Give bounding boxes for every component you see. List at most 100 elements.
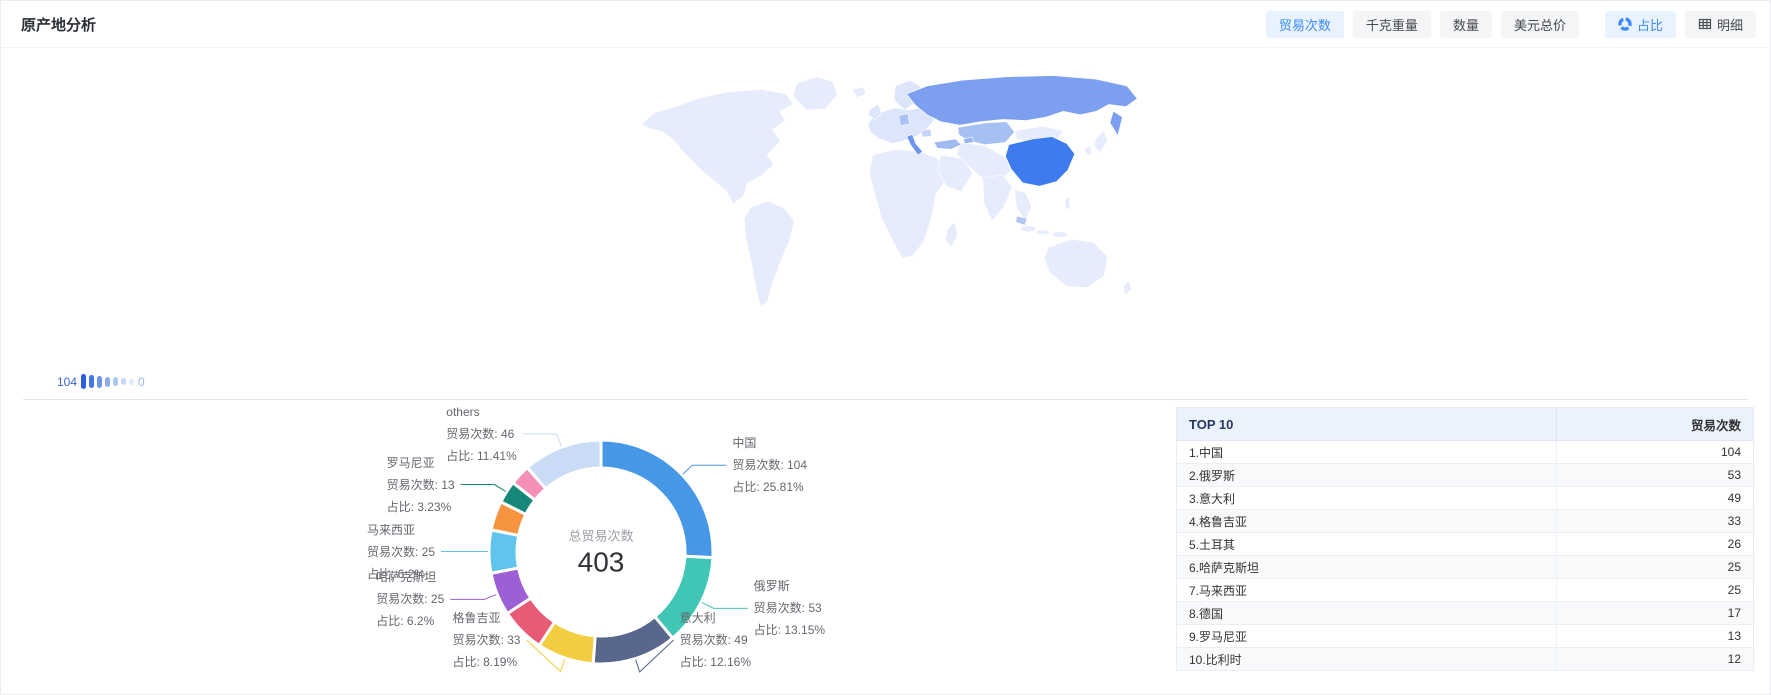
map-korea[interactable] xyxy=(1085,146,1092,155)
table-header-rank: TOP 10 xyxy=(1177,408,1557,440)
legend-bar xyxy=(121,378,126,385)
legend-bar xyxy=(81,374,86,389)
donut-chart[interactable]: 中国贸易次数: 104占比: 25.81% 俄罗斯贸易次数: 53占比: 13.1… xyxy=(1,400,951,695)
donut-label-pct: 占比: 6.2% xyxy=(376,610,444,632)
donut-label-name: others xyxy=(446,401,516,423)
map-africa[interactable] xyxy=(869,149,950,257)
donut-label-line xyxy=(461,485,506,492)
table-cell-country: 2.俄罗斯 xyxy=(1177,464,1557,486)
table-cell-value: 26 xyxy=(1557,537,1753,551)
map-iceland[interactable] xyxy=(852,87,866,97)
donut-label-value: 贸易次数: 13 xyxy=(387,474,455,496)
table-cell-value: 49 xyxy=(1557,491,1753,505)
map-section: 104 0 xyxy=(1,48,1770,399)
legend-bar xyxy=(129,379,134,385)
donut-label-value: 贸易次数: 46 xyxy=(446,423,516,445)
donut-label-value: 贸易次数: 25 xyxy=(376,588,444,610)
donut-label-pct: 占比: 6.2% xyxy=(367,563,435,585)
donut-label-value: 贸易次数: 25 xyxy=(367,541,435,563)
donut-label-罗马尼亚: 罗马尼亚贸易次数: 13占比: 3.23% xyxy=(387,452,455,518)
donut-segment-others[interactable] xyxy=(527,440,601,489)
donut-label-格鲁吉亚: 格鲁吉亚贸易次数: 33占比: 8.19% xyxy=(452,607,520,673)
table-cell-country: 9.罗马尼亚 xyxy=(1177,625,1557,647)
map-philippines[interactable] xyxy=(1064,197,1070,211)
metric-button-trade-count[interactable]: 贸易次数 xyxy=(1266,11,1344,38)
table-cell-country: 5.土耳其 xyxy=(1177,533,1557,555)
table-cell-country: 8.德国 xyxy=(1177,602,1557,624)
view-button-proportion[interactable]: 占比 xyxy=(1605,11,1676,38)
map-china[interactable] xyxy=(1005,137,1074,187)
map-south-america[interactable] xyxy=(744,201,794,306)
donut-label-pct: 占比: 12.16% xyxy=(680,651,751,673)
table-row: 6.哈萨克斯坦25 xyxy=(1177,556,1753,579)
metric-button-quantity[interactable]: 数量 xyxy=(1440,11,1492,38)
map-kamchatka[interactable] xyxy=(1110,111,1122,135)
donut-label-pct: 占比: 11.41% xyxy=(446,445,516,467)
map-indonesia[interactable] xyxy=(1036,230,1050,235)
map-india[interactable] xyxy=(983,175,1013,221)
table-cell-country: 7.马来西亚 xyxy=(1177,579,1557,601)
table-cell-country: 6.哈萨克斯坦 xyxy=(1177,556,1557,578)
donut-label-name: 中国 xyxy=(732,432,807,454)
table-cell-country: 1.中国 xyxy=(1177,441,1557,463)
page-title: 原产地分析 xyxy=(21,14,96,35)
map-romania[interactable] xyxy=(921,129,931,137)
table-cell-value: 33 xyxy=(1557,514,1753,528)
donut-center: 总贸易次数 403 xyxy=(568,526,633,579)
table-cell-value: 53 xyxy=(1557,468,1753,482)
view-button-detail[interactable]: 明细 xyxy=(1685,11,1756,38)
map-greenland[interactable] xyxy=(793,77,837,110)
table-cell-country: 4.格鲁吉亚 xyxy=(1177,510,1557,532)
donut-label-pct: 占比: 3.23% xyxy=(387,496,455,518)
bottom-section: 中国贸易次数: 104占比: 25.81% 俄罗斯贸易次数: 53占比: 13.1… xyxy=(1,400,1770,695)
metric-button-usd-total[interactable]: 美元总价 xyxy=(1501,11,1579,38)
legend-bar xyxy=(113,377,118,386)
view-button-proportion-label: 占比 xyxy=(1637,15,1663,34)
map-new-zealand[interactable] xyxy=(1124,281,1132,296)
donut-label-name: 马来西亚 xyxy=(367,519,435,541)
map-indonesia[interactable] xyxy=(1052,232,1068,238)
donut-label-马来西亚: 马来西亚贸易次数: 25占比: 6.2% xyxy=(367,519,435,585)
map-germany[interactable] xyxy=(899,114,910,126)
table-cell-value: 17 xyxy=(1557,606,1753,620)
table-body: 1.中国1042.俄罗斯533.意大利494.格鲁吉亚335.土耳其266.哈萨… xyxy=(1177,441,1753,671)
donut-segment-马来西亚[interactable] xyxy=(489,530,519,573)
legend-min-value: 0 xyxy=(138,375,145,389)
origin-analysis-panel: 原产地分析 贸易次数 千克重量 数量 美元总价 占比 明细 xyxy=(0,0,1771,695)
donut-label-value: 贸易次数: 49 xyxy=(680,629,751,651)
legend-bar xyxy=(97,376,102,388)
table-row: 4.格鲁吉亚33 xyxy=(1177,510,1753,533)
map-japan[interactable] xyxy=(1094,131,1108,153)
donut-label-value: 贸易次数: 104 xyxy=(732,454,807,476)
view-button-detail-label: 明细 xyxy=(1717,15,1743,34)
donut-label-value: 贸易次数: 53 xyxy=(754,597,825,619)
donut-label-name: 俄罗斯 xyxy=(754,575,825,597)
legend-bar xyxy=(89,375,94,388)
donut-label-others: others贸易次数: 46占比: 11.41% xyxy=(446,401,516,467)
map-north-america[interactable] xyxy=(642,89,794,203)
map-australia[interactable] xyxy=(1044,239,1108,287)
map-madagascar[interactable] xyxy=(945,222,957,247)
map-indonesia[interactable] xyxy=(1020,226,1036,232)
donut-label-value: 贸易次数: 33 xyxy=(452,629,520,651)
donut-label-line xyxy=(450,595,496,600)
donut-label-name: 罗马尼亚 xyxy=(387,452,455,474)
donut-label-中国: 中国贸易次数: 104占比: 25.81% xyxy=(732,432,807,498)
table-cell-value: 12 xyxy=(1557,652,1753,666)
table-cell-value: 25 xyxy=(1557,583,1753,597)
donut-label-name: 格鲁吉亚 xyxy=(452,607,520,629)
map-russia[interactable] xyxy=(907,76,1137,126)
table-cell-value: 104 xyxy=(1557,445,1753,459)
donut-segment-意大利[interactable] xyxy=(593,617,672,664)
table-cell-country: 3.意大利 xyxy=(1177,487,1557,509)
table-row: 9.罗马尼亚13 xyxy=(1177,625,1753,648)
table-icon xyxy=(1698,17,1712,31)
map-turkey[interactable] xyxy=(934,139,961,149)
world-map[interactable] xyxy=(616,56,1161,344)
metric-button-kg-weight[interactable]: 千克重量 xyxy=(1353,11,1431,38)
table-row: 8.德国17 xyxy=(1177,602,1753,625)
donut-label-pct: 占比: 13.15% xyxy=(754,619,825,641)
panel-header: 原产地分析 贸易次数 千克重量 数量 美元总价 占比 明细 xyxy=(1,1,1770,48)
donut-label-name: 意大利 xyxy=(680,607,751,629)
table-header-value: 贸易次数 xyxy=(1557,415,1753,434)
